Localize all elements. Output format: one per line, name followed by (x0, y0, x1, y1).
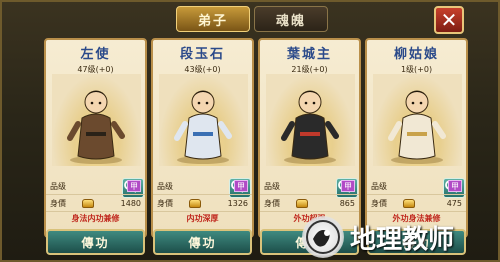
gold-ingot-icon (189, 198, 201, 208)
price-value: 865 (339, 198, 355, 208)
watermark: 地理教师 (302, 212, 498, 262)
disciple-card[interactable]: 段玉石 43级(+0) 品级 甲 身價 1326 内功深厚 傳功 (151, 38, 254, 255)
price-row: 身價 1326 (153, 195, 252, 212)
disciple-card[interactable]: 左使 47级(+0) 品级 甲 身價 1480 身法内功兼修 傳功 (44, 38, 147, 255)
disciple-portrait (373, 74, 465, 198)
character-figure-icon (67, 90, 125, 164)
price-row: 身價 865 (260, 195, 359, 212)
gold-ingot-icon (296, 198, 308, 208)
disciple-card[interactable]: 柳姑娘 1级(+0) 品级 甲 身價 475 外功身法兼修 傳功 (365, 38, 468, 255)
grade-row: 品级 甲 (260, 178, 359, 195)
disciple-portrait (159, 74, 251, 198)
gold-ingot-icon (82, 198, 94, 208)
price-label: 身價 (50, 198, 66, 208)
disciple-card-list: 左使 47级(+0) 品级 甲 身價 1480 身法内功兼修 傳功 段玉石 43… (44, 38, 468, 255)
price-value: 1326 (227, 198, 248, 208)
price-value: 475 (446, 198, 462, 208)
tab-souls[interactable]: 魂魄 (254, 6, 328, 32)
disciple-portrait (52, 74, 144, 198)
transfer-power-button[interactable]: 傳功 (153, 229, 252, 255)
price-label: 身價 (157, 198, 173, 208)
disciple-stats: 品级 甲 身價 1480 身法内功兼修 (46, 178, 145, 226)
price-value: 1480 (120, 198, 141, 208)
character-figure-icon (388, 90, 446, 164)
disciple-name: 左使 (80, 47, 111, 62)
disciple-card[interactable]: 葉城主 21级(+0) 品级 甲 身價 865 外功超强 (258, 38, 361, 255)
watermark-text: 地理教师 (350, 224, 455, 255)
dialog-frame: 弟子 魂魄 ✕ 左使 47级(+0) 品级 甲 身價 1480 身法内功兼修 傳… (0, 0, 500, 262)
character-figure-icon (174, 90, 232, 164)
watermark-logo-icon (302, 216, 344, 258)
disciple-name: 段玉石 (179, 47, 225, 62)
price-row: 身價 475 (367, 195, 466, 212)
tab-bar: 弟子 魂魄 (176, 6, 328, 32)
disciple-stats: 品级 甲 身價 1326 内功深厚 (153, 178, 252, 226)
grade-label: 品级 (371, 181, 387, 191)
close-button[interactable]: ✕ (434, 6, 464, 34)
grade-row: 品级 甲 (367, 178, 466, 195)
gold-ingot-icon (403, 198, 415, 208)
disciple-name: 柳姑娘 (393, 47, 439, 62)
skill-trait: 身法内功兼修 (71, 214, 120, 223)
disciple-portrait (266, 74, 358, 198)
grade-badge: 甲 (341, 180, 355, 192)
grade-label: 品级 (157, 181, 173, 191)
grade-row: 品级 甲 (153, 178, 252, 195)
grade-badge: 甲 (234, 180, 248, 192)
price-label: 身價 (264, 198, 280, 208)
grade-badge: 甲 (127, 180, 141, 192)
price-label: 身價 (371, 198, 387, 208)
disciple-name: 葉城主 (286, 47, 332, 62)
grade-label: 品级 (50, 181, 66, 191)
close-icon: ✕ (440, 8, 458, 32)
price-row: 身價 1480 (46, 195, 145, 212)
character-figure-icon (281, 90, 339, 164)
grade-row: 品级 甲 (46, 178, 145, 195)
grade-badge: 甲 (448, 180, 462, 192)
tab-disciples[interactable]: 弟子 (176, 6, 250, 32)
grade-label: 品级 (264, 181, 280, 191)
skill-trait: 内功深厚 (186, 214, 219, 223)
transfer-power-button[interactable]: 傳功 (46, 229, 145, 255)
